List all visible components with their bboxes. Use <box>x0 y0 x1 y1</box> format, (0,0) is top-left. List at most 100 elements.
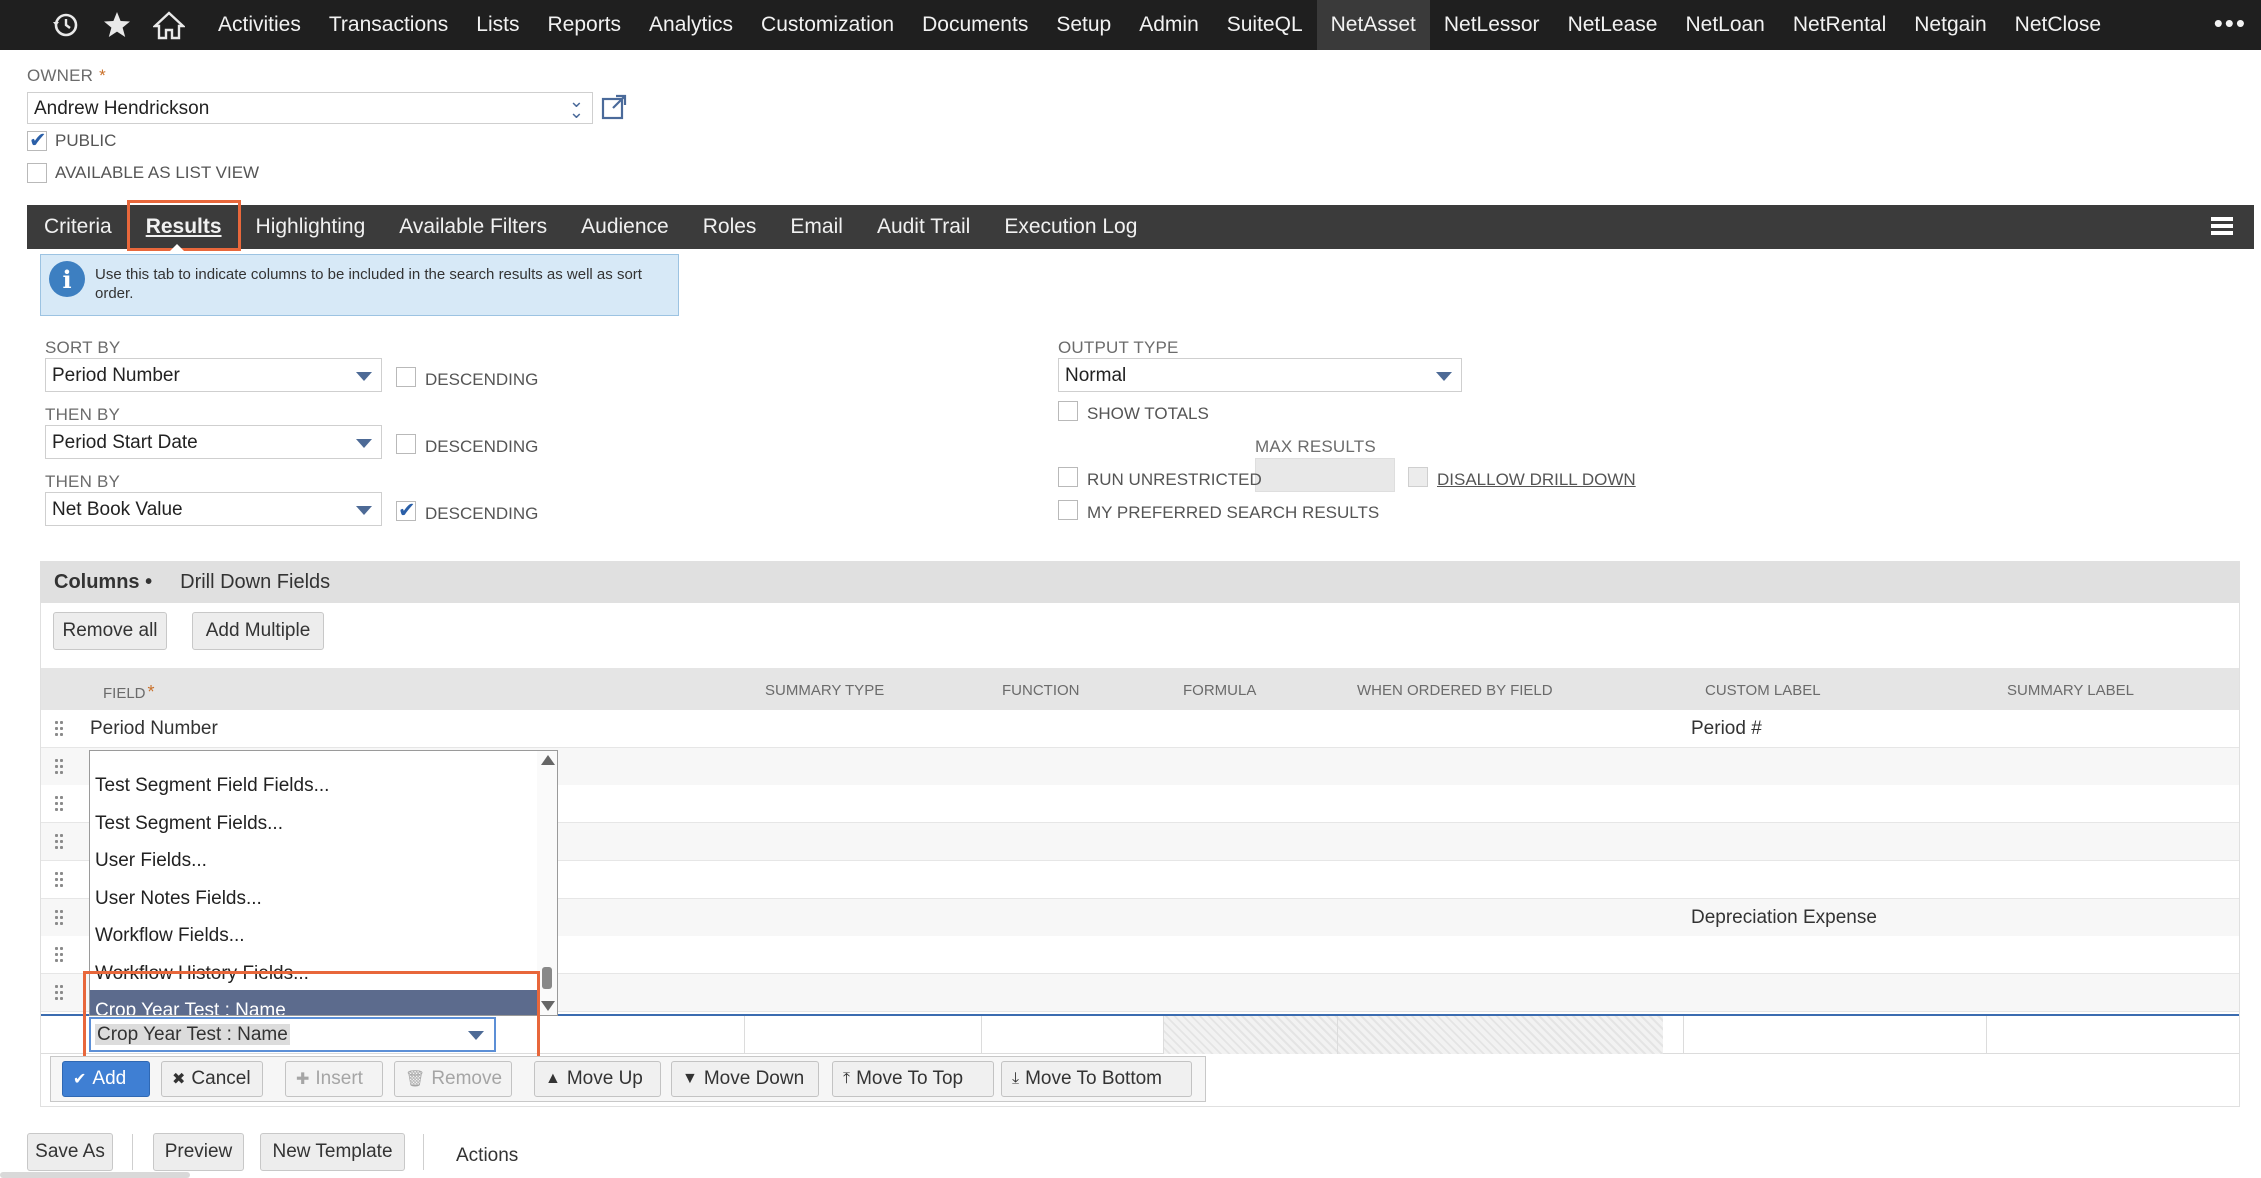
nav-link-activities[interactable]: Activities <box>204 0 315 50</box>
descending-1-checkbox[interactable] <box>396 367 416 387</box>
drag-handle-icon[interactable] <box>55 984 65 1001</box>
move-down-button[interactable]: ▼ Move Down <box>671 1061 819 1097</box>
descending-1-row[interactable]: DESCENDING <box>396 364 538 390</box>
nav-link-netlease[interactable]: NetLease <box>1554 0 1672 50</box>
owner-select[interactable]: Andrew Hendrickson ⌄ ⌄ <box>27 92 593 124</box>
open-record-icon[interactable] <box>601 94 627 120</box>
dropdown-option[interactable]: Workflow Fields... <box>90 915 557 953</box>
disallow-drill-down-row[interactable]: DISALLOW DRILL DOWN <box>1408 464 1636 490</box>
horizontal-scrollbar[interactable] <box>0 1172 190 1178</box>
preview-button[interactable]: Preview <box>153 1133 244 1171</box>
new-template-button[interactable]: New Template <box>260 1133 405 1171</box>
actions-menu[interactable]: Actions <box>456 1145 518 1167</box>
then-by-2-select[interactable]: Net Book Value <box>45 492 382 526</box>
tab-email[interactable]: Email <box>773 205 860 249</box>
double-chevron-down-icon[interactable]: ⌄ ⌄ <box>569 92 584 121</box>
then-by-1-select[interactable]: Period Start Date <box>45 425 382 459</box>
nav-link-netloan[interactable]: NetLoan <box>1671 0 1778 50</box>
nav-link-customization[interactable]: Customization <box>747 0 908 50</box>
home-icon[interactable] <box>146 0 192 50</box>
dropdown-scrollbar[interactable] <box>537 751 557 1015</box>
save-as-button[interactable]: Save As <box>27 1133 113 1171</box>
tab-audience[interactable]: Audience <box>564 205 686 249</box>
move-to-bottom-button[interactable]: ⤓ Move To Bottom <box>1001 1061 1192 1097</box>
disallow-drill-down-checkbox[interactable] <box>1408 467 1428 487</box>
field-select-input[interactable]: Crop Year Test : Name <box>89 1017 496 1052</box>
table-row[interactable]: Period Number Period # <box>41 710 2239 748</box>
nav-link-analytics[interactable]: Analytics <box>635 0 747 50</box>
nav-link-admin[interactable]: Admin <box>1125 0 1213 50</box>
drag-handle-icon[interactable] <box>55 721 65 737</box>
insert-button[interactable]: ✚ Insert <box>285 1061 383 1097</box>
more-menu-icon[interactable]: ••• <box>2214 8 2247 39</box>
dropdown-option[interactable]: Test Segment Field Fields... <box>90 765 557 803</box>
tab-available-filters[interactable]: Available Filters <box>382 205 564 249</box>
run-unrestricted-row[interactable]: RUN UNRESTRICTED <box>1058 464 1262 490</box>
drag-handle-icon[interactable] <box>55 871 65 888</box>
nav-link-lists[interactable]: Lists <box>462 0 533 50</box>
drag-handle-icon[interactable] <box>55 758 65 775</box>
nav-link-netlessor[interactable]: NetLessor <box>1430 0 1554 50</box>
descending-3-checkbox[interactable] <box>396 498 416 523</box>
remove-button[interactable]: 🗑 Remove <box>394 1061 512 1097</box>
scroll-up-icon[interactable] <box>541 755 555 765</box>
show-totals-label: SHOW TOTALS <box>1087 404 1209 423</box>
tab-highlighting[interactable]: Highlighting <box>239 205 383 249</box>
max-results-input[interactable] <box>1255 458 1395 492</box>
show-totals-checkbox[interactable] <box>1058 401 1078 421</box>
add-multiple-button[interactable]: Add Multiple <box>192 612 324 650</box>
show-totals-row[interactable]: SHOW TOTALS <box>1058 398 1209 424</box>
chevron-down-icon[interactable] <box>468 1031 484 1040</box>
output-type-select[interactable]: Normal <box>1058 358 1462 392</box>
list-view-checkbox-row[interactable]: AVAILABLE AS LIST VIEW <box>27 163 259 183</box>
dropdown-option[interactable]: User Fields... <box>90 840 557 878</box>
descending-2-row[interactable]: DESCENDING <box>396 431 538 457</box>
nav-link-reports[interactable]: Reports <box>533 0 635 50</box>
move-to-top-button[interactable]: ⤒ Move To Top <box>832 1061 994 1097</box>
preferred-results-checkbox[interactable] <box>1058 500 1078 520</box>
dropdown-option[interactable]: Crop Year Test : Name <box>90 990 557 1015</box>
run-unrestricted-checkbox[interactable] <box>1058 467 1078 487</box>
nav-link-netgain[interactable]: Netgain <box>1900 0 2000 50</box>
remove-all-button[interactable]: Remove all <box>53 612 167 650</box>
descending-2-label: DESCENDING <box>425 437 539 456</box>
star-icon[interactable] <box>94 0 140 50</box>
nav-link-netrental[interactable]: NetRental <box>1779 0 1900 50</box>
public-checkbox-row[interactable]: PUBLIC <box>27 128 116 153</box>
recent-history-icon[interactable] <box>42 0 88 50</box>
cancel-button[interactable]: ✖ Cancel <box>161 1061 263 1097</box>
field-dropdown-list[interactable]: Test Segment Field Fields... Test Segment… <box>89 750 558 1016</box>
drag-handle-icon[interactable] <box>55 796 65 812</box>
add-button[interactable]: ✔ Add <box>62 1061 150 1097</box>
nav-link-transactions[interactable]: Transactions <box>315 0 462 50</box>
tab-roles[interactable]: Roles <box>686 205 774 249</box>
tab-audit-trail[interactable]: Audit Trail <box>860 205 987 249</box>
descending-3-row[interactable]: DESCENDING <box>396 498 538 524</box>
hamburger-menu-icon[interactable] <box>2209 213 2235 239</box>
scroll-down-icon[interactable] <box>541 1001 555 1011</box>
disallow-drill-down-label[interactable]: DISALLOW DRILL DOWN <box>1437 470 1636 490</box>
tab-execution-log[interactable]: Execution Log <box>987 205 1154 249</box>
drag-handle-icon[interactable] <box>55 834 65 850</box>
tab-results[interactable]: Results <box>129 205 239 249</box>
dropdown-option[interactable]: Test Segment Fields... <box>90 803 557 841</box>
nav-link-suiteql[interactable]: SuiteQL <box>1213 0 1317 50</box>
tab-criteria[interactable]: Criteria <box>27 205 129 249</box>
drag-handle-icon[interactable] <box>55 947 65 963</box>
nav-link-setup[interactable]: Setup <box>1042 0 1125 50</box>
sort-by-select[interactable]: Period Number <box>45 358 382 392</box>
nav-link-netasset[interactable]: NetAsset <box>1316 0 1430 50</box>
public-checkbox[interactable] <box>27 128 47 153</box>
dropdown-option[interactable]: User Notes Fields... <box>90 878 557 916</box>
subtab-drill-down-fields[interactable]: Drill Down Fields <box>166 571 344 594</box>
drag-handle-icon[interactable] <box>55 909 65 926</box>
subtab-columns[interactable]: Columns • <box>40 571 166 594</box>
nav-link-netclose[interactable]: NetClose <box>2001 0 2115 50</box>
dropdown-option[interactable]: Workflow History Fields... <box>90 953 557 991</box>
nav-link-documents[interactable]: Documents <box>908 0 1042 50</box>
preferred-results-row[interactable]: MY PREFERRED SEARCH RESULTS <box>1058 497 1379 523</box>
scroll-thumb[interactable] <box>542 967 552 989</box>
descending-2-checkbox[interactable] <box>396 434 416 454</box>
list-view-checkbox[interactable] <box>27 163 47 183</box>
move-up-button[interactable]: ▲ Move Up <box>534 1061 661 1097</box>
